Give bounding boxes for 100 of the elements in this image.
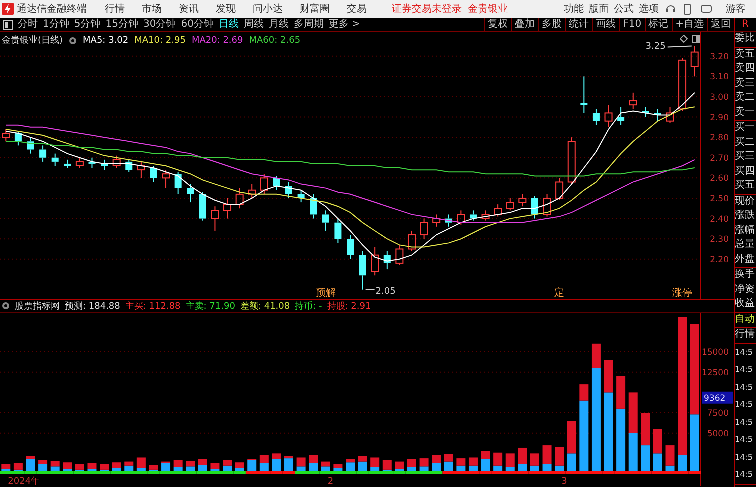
volume-bar-segment [420,458,429,467]
message-icon[interactable] [701,5,712,13]
candlestick [334,218,342,244]
period-tab[interactable]: 月线 [268,18,289,32]
candlestick [211,206,220,232]
quote-field-label: 涨跌 [735,209,755,223]
chart-title: 金贵银业(日线) [2,34,64,47]
price-axis-label: 3.20 [710,52,729,62]
trade-time: 14:5 [735,346,753,358]
diamond-icon[interactable] [680,35,688,43]
menu-item[interactable]: 发现 [216,2,236,16]
trade-time: 14:5 [735,416,753,428]
price-axis-label: 2.80 [710,134,729,144]
candlestick [568,137,576,185]
menu-item[interactable]: 版面 [589,2,609,16]
toolbar-button[interactable]: 返回 [707,18,734,32]
quote-field-label: 净资 [735,282,755,296]
menu-item[interactable]: 财富圈 [300,2,330,16]
menu-item[interactable]: 选项 [639,2,659,16]
volume-bar-segment [628,433,638,474]
event-marker: 预解 [316,288,336,299]
toolbar-button[interactable]: 标记 [644,18,672,32]
quote-field-label: 买二 [735,136,755,150]
quote-field-label: 总量 [735,238,755,252]
period-tab[interactable]: 1分钟 [43,18,70,32]
candlestick [629,92,638,110]
high-price-label: 3.25 [646,42,692,52]
toolbar-button[interactable]: F10 [619,18,645,32]
trade-time: 14:5 [735,452,753,464]
gear-icon[interactable] [69,36,78,44]
indicator-value: 持股: 2.91 [327,300,372,312]
menu-item[interactable]: 行情 [105,2,125,16]
toolbar-button[interactable]: 多股 [538,18,566,32]
moving-average-value: MA10: 2.95 [134,36,186,46]
candlestick [518,194,527,208]
candlestick [408,230,416,252]
period-tab[interactable]: 日线 [218,18,239,32]
gear-icon[interactable] [2,302,10,310]
candlestick [642,106,650,118]
price-axis-label: 2.70 [710,154,729,164]
period-tab[interactable]: 多周期 [294,18,324,32]
candlestick [126,159,133,173]
date-axis-label: 2 [328,477,334,486]
quote-field-label: 买四 [735,164,755,178]
menu-item[interactable]: 交易 [347,2,367,16]
candlestick [174,172,182,195]
panel-toggle-icon[interactable] [3,20,13,30]
low-price-label: 2.05 [365,286,396,297]
period-tab[interactable]: 60分钟 [181,18,214,32]
period-tab[interactable]: 分时 [18,18,38,32]
period-tab[interactable]: 15分钟 [106,18,138,32]
candlestick [445,214,452,228]
candlestick [666,106,674,124]
trade-time: 14:5 [735,434,753,446]
candlestick [359,250,366,290]
toolbar-button[interactable]: +自选 [672,18,707,32]
phone-icon[interactable] [684,4,691,14]
candlestick [298,190,305,204]
candlestick [101,159,108,171]
candlestick [40,145,47,162]
candlestick [432,214,441,228]
indicator-value: 预测: 184.88 [65,300,120,312]
volume-bar-segment [408,459,416,468]
period-tab[interactable]: 5分钟 [74,18,101,32]
period-tab[interactable]: 更多 > [328,18,361,32]
date-axis-label: 3 [562,477,568,486]
price-axis-label: 2.90 [710,113,729,124]
app-logo-icon [2,3,14,15]
candlestick [2,128,10,142]
app-title: 通达信金融终端 [17,2,87,16]
toolbar-button[interactable]: 复权 [484,18,512,32]
headset-icon[interactable] [666,4,676,14]
quote-field-label: 买五 [735,179,755,193]
menu-item[interactable]: 功能 [564,2,584,16]
indicator-value: 持币: - [295,300,322,312]
toolbar-button[interactable]: 画线 [592,18,620,32]
volume-bar-segment [468,458,478,466]
moving-average-value: MA60: 2.65 [249,36,301,46]
candlestick [580,76,588,114]
quote-field-label: 涨幅 [735,224,755,238]
menu-item[interactable]: 资讯 [179,2,199,16]
corner-button[interactable]: R [734,18,756,32]
guest-user-label[interactable]: 游客 [726,2,746,16]
trade-time: 14:5 [735,469,753,481]
period-tab[interactable]: 30分钟 [143,18,176,32]
menu-item[interactable]: 市场 [142,2,162,16]
candlestick [162,170,170,189]
trade-time: 14:5 [735,399,753,411]
toolbar-button[interactable]: 统计 [565,18,592,32]
candlestick [371,246,380,276]
panel-icon[interactable] [692,35,700,43]
volume-axis-label: 15000 [702,348,729,358]
toolbar-button[interactable]: 叠加 [511,18,538,32]
menu-item[interactable]: 公式 [614,2,634,16]
candlestick [224,198,232,220]
period-tab[interactable]: 周线 [244,18,264,32]
quote-field-label: 卖一 [735,106,755,120]
menu-item[interactable]: 问小达 [253,2,283,16]
quote-field-label: 买三 [735,150,755,164]
candlestick [236,188,244,210]
